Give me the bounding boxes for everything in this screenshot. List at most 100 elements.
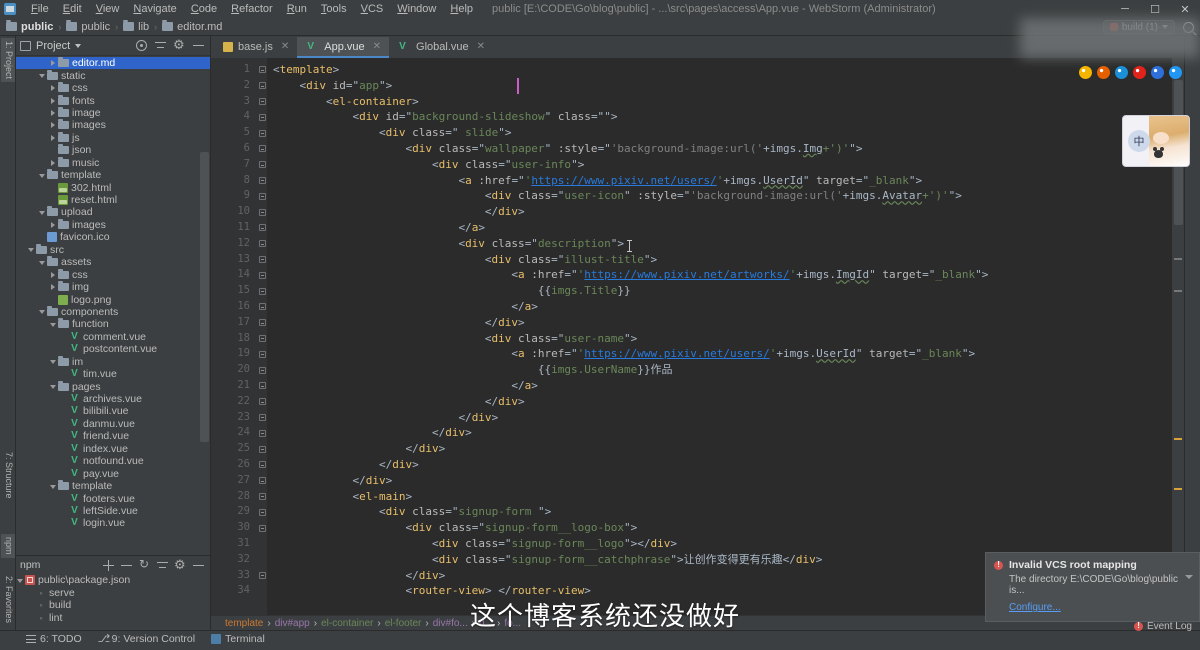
tree-item[interactable]: upload: [16, 206, 210, 218]
menu-item-refactor[interactable]: Refactor: [224, 2, 280, 16]
tree-item[interactable]: images: [16, 218, 210, 231]
code-line[interactable]: <div class="wallpaper" :style="'backgrou…: [267, 141, 1172, 157]
project-tree[interactable]: editor.md static css fonts image images js json…: [16, 56, 210, 555]
fold-marker[interactable]: [257, 504, 267, 520]
breadcrumb-item-public[interactable]: public: [66, 20, 110, 33]
fold-toggle-icon[interactable]: [258, 113, 266, 121]
fold-marker[interactable]: [257, 410, 267, 426]
fold-marker[interactable]: [257, 220, 267, 236]
hide-icon[interactable]: [193, 40, 204, 51]
tree-item[interactable]: im: [16, 355, 210, 368]
code-line[interactable]: <a :href="'https://www.pixiv.net/artwork…: [267, 267, 1172, 283]
tree-item[interactable]: Vfooters.vue: [16, 492, 210, 505]
chevron-right-icon[interactable]: [49, 84, 58, 93]
npm-tree[interactable]: public\package.json ◦ serve ◦ build ◦ lint: [16, 574, 210, 630]
tool-window-9--version-control[interactable]: ⎇ 9: Version Control: [98, 633, 195, 645]
tree-item[interactable]: js: [16, 131, 210, 144]
fold-marker[interactable]: [257, 94, 267, 110]
code-line[interactable]: {{imgs.UserName}}作品: [267, 362, 1172, 378]
code-folding-column[interactable]: [257, 58, 267, 615]
menu-item-edit[interactable]: Edit: [56, 2, 89, 16]
tree-item[interactable]: components: [16, 305, 210, 318]
code-line[interactable]: <div class="description">: [267, 236, 1172, 252]
code-line[interactable]: {{imgs.Title}}: [267, 283, 1172, 299]
menu-item-run[interactable]: Run: [280, 2, 314, 16]
code-line[interactable]: <div class="signup-form ">: [267, 504, 1172, 520]
chevron-down-icon[interactable]: [27, 245, 36, 254]
fold-marker[interactable]: [257, 457, 267, 473]
chevron-down-icon[interactable]: [38, 307, 47, 316]
chevron-right-icon[interactable]: [49, 270, 58, 279]
close-icon[interactable]: ✕: [477, 41, 485, 52]
fold-toggle-icon[interactable]: [258, 303, 266, 311]
fold-toggle-icon[interactable]: [258, 82, 266, 90]
fold-toggle-icon[interactable]: [258, 413, 266, 421]
menu-item-view[interactable]: View: [89, 2, 127, 16]
code-line[interactable]: <a :href="'https://www.pixiv.net/users/'…: [267, 173, 1172, 189]
tree-item[interactable]: assets: [16, 256, 210, 268]
breadcrumb-item-public[interactable]: public: [6, 20, 53, 33]
fold-toggle-icon[interactable]: [258, 129, 266, 137]
tree-item[interactable]: css: [16, 82, 210, 94]
tree-item[interactable]: Vnotfound.vue: [16, 455, 210, 467]
chevron-down-icon[interactable]: [49, 482, 58, 491]
code-line[interactable]: <el-main>: [267, 489, 1172, 505]
sidebar-item-structure[interactable]: 7: Structure: [1, 449, 15, 502]
refresh-icon[interactable]: [139, 557, 150, 571]
menu-item-window[interactable]: Window: [390, 2, 443, 16]
tree-item[interactable]: reset.html: [16, 194, 210, 206]
menu-item-help[interactable]: Help: [443, 2, 480, 16]
fold-marker[interactable]: [257, 299, 267, 315]
editor-tab-app-vue[interactable]: V App.vue ✕: [297, 37, 390, 58]
edge-legacy-icon[interactable]: [1151, 66, 1164, 79]
browser-preview-bar[interactable]: [1079, 66, 1182, 79]
ime-mode-badge[interactable]: 中: [1128, 130, 1150, 152]
fold-toggle-icon[interactable]: [258, 255, 266, 263]
code-line[interactable]: </div>: [267, 441, 1172, 457]
fold-marker[interactable]: [257, 552, 267, 568]
tree-item[interactable]: Vdanmu.vue: [16, 418, 210, 430]
settings-gear-icon[interactable]: [174, 557, 186, 573]
fold-marker[interactable]: [257, 315, 267, 331]
code-line[interactable]: </div>: [267, 394, 1172, 410]
menu-item-vcs[interactable]: VCS: [354, 2, 391, 16]
tree-item[interactable]: ◦ build: [16, 599, 210, 611]
code-line[interactable]: </div>: [267, 410, 1172, 426]
close-icon[interactable]: ✕: [281, 41, 289, 52]
fold-toggle-icon[interactable]: [258, 287, 266, 295]
sidebar-item-project[interactable]: 1: Project: [1, 38, 15, 83]
editor-breadcrumb-item[interactable]: template: [221, 618, 267, 629]
code-line[interactable]: </div>: [267, 315, 1172, 331]
tree-item[interactable]: Vindex.vue: [16, 443, 210, 455]
chevron-down-icon[interactable]: [38, 71, 47, 80]
fold-marker[interactable]: [257, 204, 267, 220]
fold-toggle-icon[interactable]: [258, 445, 266, 453]
code-line[interactable]: </a>: [267, 299, 1172, 315]
tree-item[interactable]: json: [16, 144, 210, 156]
maximize-button[interactable]: ☐: [1140, 0, 1170, 18]
event-log-button[interactable]: Event Log: [1133, 621, 1192, 632]
code-line[interactable]: <div class=" slide">: [267, 125, 1172, 141]
tree-item[interactable]: template: [16, 480, 210, 492]
fold-marker[interactable]: [257, 109, 267, 125]
fold-toggle-icon[interactable]: [258, 571, 266, 579]
fold-toggle-icon[interactable]: [258, 524, 266, 532]
fold-marker[interactable]: [257, 236, 267, 252]
code-line[interactable]: </a>: [267, 220, 1172, 236]
fold-marker[interactable]: [257, 536, 267, 552]
code-line[interactable]: <div class="signup-form__logo-box">: [267, 520, 1172, 536]
tree-item[interactable]: Vcomment.vue: [16, 331, 210, 343]
tree-item[interactable]: Vfriend.vue: [16, 430, 210, 442]
chevron-down-icon[interactable]: [49, 382, 58, 391]
fold-toggle-icon[interactable]: [258, 176, 266, 184]
code-line[interactable]: <div id="app">: [267, 78, 1172, 94]
tree-item[interactable]: template: [16, 169, 210, 181]
chrome-icon[interactable]: [1079, 66, 1092, 79]
fold-marker[interactable]: [257, 62, 267, 78]
code-line[interactable]: </div>: [267, 425, 1172, 441]
fold-marker[interactable]: [257, 331, 267, 347]
fold-marker[interactable]: [257, 362, 267, 378]
fold-marker[interactable]: [257, 141, 267, 157]
chevron-right-icon[interactable]: [49, 133, 58, 142]
tree-item[interactable]: Vpay.vue: [16, 467, 210, 480]
